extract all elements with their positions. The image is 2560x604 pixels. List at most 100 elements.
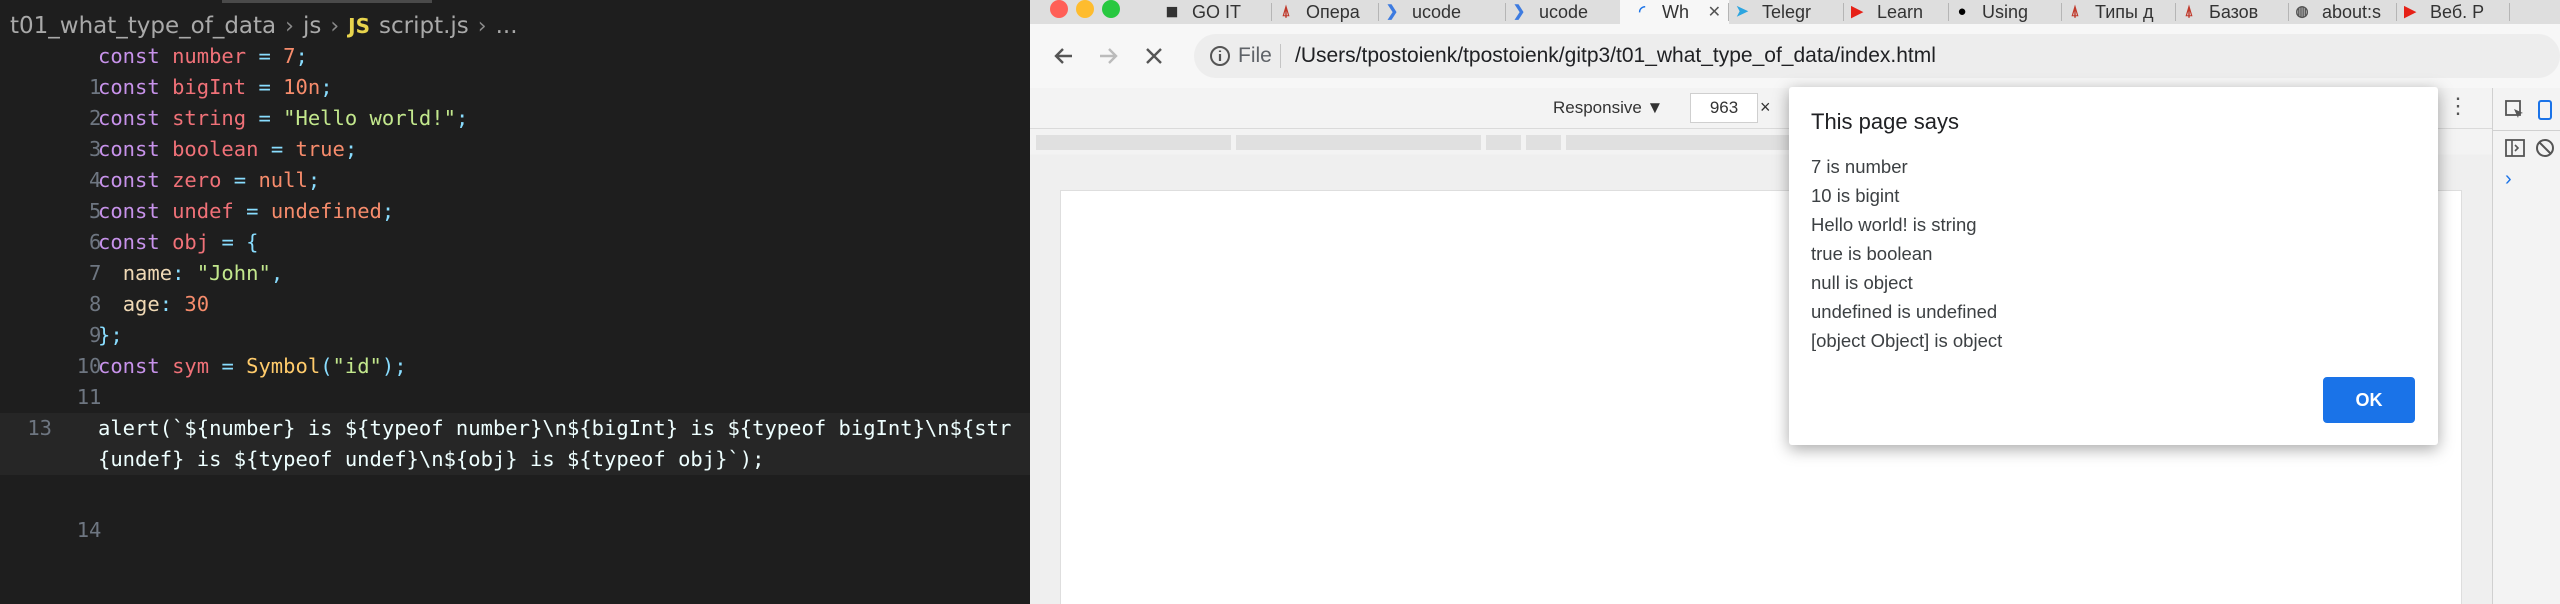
browser-tab[interactable]: ● Using xyxy=(1940,0,2062,24)
code-line[interactable]: 1 const number = 7; xyxy=(0,41,308,99)
alert-call-wrapped: {undef} is ${typeof undef}\n${obj} is ${… xyxy=(98,447,765,471)
dialog-title: This page says xyxy=(1811,109,1959,134)
tab-label: about:s xyxy=(2322,1,2382,22)
literal: 7 xyxy=(283,44,296,68)
tab-label: GO IT xyxy=(1192,1,1241,22)
ruler-segment[interactable] xyxy=(1486,135,1521,150)
console-prompt-icon[interactable]: › xyxy=(2505,168,2512,191)
tab-strip: ◼ GO IT ⍋ Опера ❯ ucode ❯ ucode ◜ Wh ✕ ➤ Telegr ▶ Lear… xyxy=(1030,0,2560,24)
code-line[interactable]: 4 const boolean = true; xyxy=(0,134,357,192)
dialog-message-line: true is boolean xyxy=(1811,243,1933,264)
code-line[interactable]: 10 }; xyxy=(0,320,123,378)
active-tab-indicator xyxy=(222,0,432,3)
code-line[interactable]: 6 const undef = undefined; xyxy=(0,196,394,254)
dialog-message-line: null is object xyxy=(1811,272,1913,293)
browser-tab[interactable]: ◍ about:s xyxy=(2280,0,2397,24)
browser-toolbar: File /Users/tpostoienk/tpostoienk/gitp3/… xyxy=(1030,24,2560,89)
operator: = xyxy=(258,44,271,68)
tab-label: ucode xyxy=(1539,1,1589,22)
code-line[interactable]: 9 age: 30 xyxy=(0,289,209,347)
js-file-icon: JS xyxy=(348,14,370,38)
minimize-window-button[interactable] xyxy=(1076,0,1094,18)
line-number: 13 xyxy=(27,416,52,440)
tower-icon: ⍋ xyxy=(1281,3,1291,20)
forward-arrow-icon[interactable] xyxy=(1096,44,1120,68)
ruler-segment[interactable] xyxy=(1526,135,1561,150)
browser-tab[interactable]: ➤ Telegr xyxy=(1720,0,1844,24)
tab-label: Типы д xyxy=(2095,1,2154,22)
punctuation: ; xyxy=(295,44,308,68)
alert-call: alert(`${number} is ${typeof number}\n${… xyxy=(98,416,1012,440)
browser-tab[interactable]: ⍋ Базов xyxy=(2167,0,2289,24)
youtube-icon: ▶ xyxy=(1851,3,1863,20)
browser-tab[interactable]: ⍋ Типы д xyxy=(2053,0,2176,24)
ruler-segment[interactable] xyxy=(1566,135,1816,150)
globe-icon: ◍ xyxy=(2295,3,2309,20)
browser-tab[interactable]: ❯ ucode xyxy=(1370,0,1506,24)
inspect-element-icon[interactable] xyxy=(2503,98,2527,122)
ok-button[interactable]: OK xyxy=(2323,377,2415,423)
url-text[interactable]: /Users/tpostoienk/tpostoienk/gitp3/t01_w… xyxy=(1295,24,1936,88)
goit-icon: ◼ xyxy=(1165,3,1179,20)
tab-label: ucode xyxy=(1412,1,1462,22)
tab-separator xyxy=(2509,3,2510,21)
stop-loading-icon[interactable] xyxy=(1142,44,1166,68)
more-options-icon[interactable]: ⋮ xyxy=(2447,95,2469,117)
browser-tab[interactable]: ◜ Wh ✕ xyxy=(1620,0,1729,24)
code-line[interactable]: 5 const zero = null; xyxy=(0,165,320,223)
tower-icon: ⍋ xyxy=(2184,3,2194,20)
github-icon: ● xyxy=(1957,3,1967,20)
code-line[interactable]: 3 const string = "Hello world!"; xyxy=(0,103,468,161)
close-tab-icon[interactable]: ✕ xyxy=(1708,2,1721,22)
close-window-button[interactable] xyxy=(1050,0,1068,18)
code-line[interactable]: 7 const obj = { xyxy=(0,227,258,285)
tab-label: Telegr xyxy=(1762,1,1812,22)
code-line[interactable]: 12 xyxy=(0,382,102,440)
code-line[interactable]: 2 const bigInt = 10n; xyxy=(0,72,333,130)
device-toggle-icon[interactable] xyxy=(2533,98,2557,122)
identifier: number xyxy=(172,44,247,68)
ucode-icon: ❯ xyxy=(1512,3,1526,20)
tab-label: Опера xyxy=(1306,1,1360,22)
scheme-label: File xyxy=(1238,44,1272,67)
keyword: const xyxy=(98,44,160,68)
tab-label: Базов xyxy=(2209,1,2259,22)
maximize-window-button[interactable] xyxy=(1102,0,1120,18)
dialog-message-line: 7 is number xyxy=(1811,156,1908,177)
device-mode-select[interactable]: Responsive ▼ xyxy=(1553,98,1663,118)
chevron-right-icon: › xyxy=(285,13,294,39)
chevron-right-icon: › xyxy=(477,13,487,39)
dimension-separator: × xyxy=(1760,97,1771,117)
browser-tab[interactable]: ▶ Learn xyxy=(1835,0,1949,24)
code-line-current[interactable]: 13 alert(`${number} is ${typeof number}\… xyxy=(0,413,1030,475)
telegram-icon: ➤ xyxy=(1735,3,1749,20)
browser-tab[interactable]: ⍋ Опера xyxy=(1264,0,1379,24)
ruler-segment[interactable] xyxy=(1236,135,1481,150)
browser-tab[interactable]: ◼ GO IT xyxy=(1150,0,1272,24)
code-line[interactable]: 14 xyxy=(0,484,102,542)
clear-console-icon[interactable] xyxy=(2533,136,2557,160)
info-icon[interactable] xyxy=(1208,44,1232,68)
back-arrow-icon[interactable] xyxy=(1052,44,1076,68)
ucode-icon: ❯ xyxy=(1385,3,1399,20)
dialog-message-line: Hello world! is string xyxy=(1811,214,1977,235)
dialog-message-line: undefined is undefined xyxy=(1811,301,1998,322)
viewport-width-input[interactable]: 963 xyxy=(1690,93,1758,123)
breadcrumb-symbol[interactable]: ... xyxy=(496,13,518,39)
sidebar-toggle-icon[interactable] xyxy=(2503,136,2527,160)
breadcrumb-folder[interactable]: t01_what_type_of_data xyxy=(10,13,276,39)
tab-label: Learn xyxy=(1877,1,1924,22)
ruler-segment[interactable] xyxy=(1036,135,1231,150)
breadcrumb: t01_what_type_of_data › js › JS script.j… xyxy=(10,8,518,44)
browser-tab[interactable]: ❯ ucode xyxy=(1497,0,1629,24)
devtools-panel: › xyxy=(2492,88,2560,604)
browser-tab[interactable]: ▶ Веб. Р xyxy=(2388,0,2510,24)
breadcrumb-subfolder[interactable]: js xyxy=(303,13,321,39)
code-line[interactable]: 8 name: "John", xyxy=(0,258,283,316)
code-line[interactable]: 11 const sym = Symbol("id"); xyxy=(0,351,407,409)
chevron-right-icon: › xyxy=(330,13,340,39)
code-editor[interactable]: t01_what_type_of_data › js › JS script.j… xyxy=(0,0,1030,604)
alert-dialog: This page says 7 is number 10 is bigint … xyxy=(1789,87,2438,445)
tab-label: Веб. Р xyxy=(2430,1,2485,22)
breadcrumb-file[interactable]: script.js xyxy=(379,13,469,39)
